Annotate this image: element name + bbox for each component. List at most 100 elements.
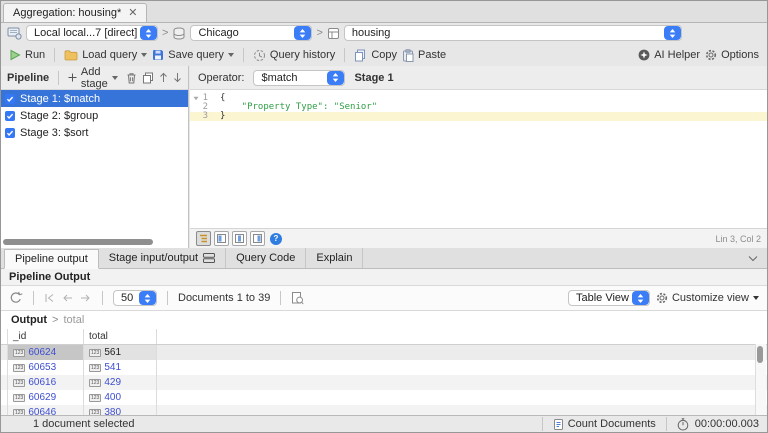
tab-query-code[interactable]: Query Code [226,248,307,268]
int32-type-icon: 123 [13,378,26,387]
copy-button[interactable]: Copy [354,49,397,62]
view-controls: Table View Customize view [567,290,759,306]
page-size-selector[interactable]: 50 [113,290,157,306]
view-mode-left-icon[interactable] [214,231,229,246]
customize-view-label: Customize view [671,292,749,304]
table-row[interactable]: 123 60629 123 400 [1,390,767,405]
toolbar-separator [33,291,34,305]
view-mode-right-icon[interactable] [250,231,265,246]
stepper-icon[interactable] [663,26,681,40]
previous-page-icon[interactable] [61,293,74,303]
save-icon [152,49,164,61]
table-row[interactable]: 123 60646 123 380 [1,405,767,415]
code-editor[interactable]: 1 { 2 "Property Type": "Senior" 3 } [190,94,767,121]
save-query-button[interactable]: Save query [152,49,234,61]
stepper-icon[interactable] [631,291,649,305]
load-query-button[interactable]: Load query [64,49,148,61]
code-line-current: 3 } [190,112,767,121]
duplicate-stage-icon[interactable] [142,72,154,84]
stopwatch-icon [677,417,689,431]
stepper-icon[interactable] [140,26,157,40]
column-header-id[interactable]: _id [8,329,84,344]
customize-view-button[interactable]: Customize view [656,292,759,304]
table-row[interactable]: 123 60653 123 541 [1,360,767,375]
collapse-chevron-icon[interactable] [748,255,758,262]
fold-arrow-icon[interactable] [193,96,199,101]
view-mode-center-icon[interactable] [232,231,247,246]
cell-total[interactable]: 123 541 [84,360,157,375]
add-stage-button[interactable]: Add stage [68,66,118,90]
int32-type-icon: 123 [13,363,26,372]
view-mode-selector[interactable]: Table View [567,290,650,306]
server-name: Local local...7 [direct] [34,27,138,39]
tab-explain[interactable]: Explain [306,248,364,268]
table-row[interactable]: 123 60616 123 429 [1,375,767,390]
tab-stage-input-output[interactable]: Stage input/output [99,248,227,268]
page-navigation [44,293,92,303]
tab-aggregation-housing[interactable]: Aggregation: housing* ✕ [3,3,148,22]
horizontal-scrollbar[interactable] [3,239,153,245]
options-button[interactable]: Options [705,49,759,61]
row-gutter [1,360,8,375]
next-page-icon[interactable] [79,293,92,303]
history-icon [253,49,266,62]
stage-item-1[interactable]: Stage 1: $match [1,90,188,107]
checkbox-checked-icon[interactable] [5,127,15,138]
move-stage-down-icon[interactable] [173,72,182,83]
tab-label: Explain [316,252,353,264]
column-header-total[interactable]: total [84,329,157,344]
breadcrumb-separator: > [316,27,323,39]
caret-down-icon[interactable] [753,296,759,300]
main-split: Pipeline Add stage Stage 1: $match Stage… [1,66,767,248]
options-label: Options [721,49,759,61]
query-history-button[interactable]: Query history [253,49,335,62]
table-row[interactable]: 123 60624 123 561 [1,345,767,360]
stepper-icon[interactable] [139,291,156,305]
view-mode-value: Table View [575,292,629,304]
cell-value: 541 [104,362,122,373]
breadcrumb-root[interactable]: Output [11,314,47,326]
close-icon[interactable]: ✕ [128,8,137,19]
cell-id[interactable]: 123 60629 [8,390,84,405]
cell-id[interactable]: 123 60653 [8,360,84,375]
run-button[interactable]: Run [9,49,45,61]
int32-type-icon: 123 [89,378,102,387]
first-page-icon[interactable] [44,293,56,303]
cell-id-selected[interactable]: 123 60624 [8,345,84,360]
delete-stage-icon[interactable] [126,72,137,84]
database-selector[interactable]: Chicago [190,25,313,41]
help-icon[interactable]: ? [270,232,282,245]
documents-range: Documents 1 to 39 [178,292,271,304]
refresh-icon[interactable] [9,291,23,305]
cell-id[interactable]: 123 60646 [8,405,84,415]
stepper-icon[interactable] [294,26,312,40]
cell-total[interactable]: 123 561 [84,345,157,360]
stage-item-2[interactable]: Stage 2: $group [1,107,188,124]
cell-value: 60653 [28,362,57,373]
paste-button[interactable]: Paste [402,48,446,62]
cell-total[interactable]: 123 400 [84,390,157,405]
vertical-scrollbar[interactable] [755,344,766,415]
find-in-documents-icon[interactable] [291,291,304,305]
caret-down-icon[interactable] [112,75,118,80]
caret-down-icon[interactable] [227,53,234,57]
stepper-icon[interactable] [327,70,345,85]
checkbox-checked-icon[interactable] [5,93,15,104]
cell-id[interactable]: 123 60616 [8,375,84,390]
view-mode-tree-icon[interactable] [196,231,211,246]
cell-total[interactable]: 123 380 [84,405,157,415]
move-stage-up-icon[interactable] [159,72,168,83]
tab-pipeline-output[interactable]: Pipeline output [4,249,99,269]
stage-item-3[interactable]: Stage 3: $sort [1,124,188,141]
selection-status: 1 document selected [33,418,135,430]
collection-selector[interactable]: housing [343,25,682,41]
server-selector[interactable]: Local local...7 [direct] [26,25,158,41]
operator-label: Operator: [198,71,245,84]
scrollbar-thumb[interactable] [757,346,763,363]
checkbox-checked-icon[interactable] [5,110,15,121]
cell-total[interactable]: 123 429 [84,375,157,390]
operator-selector[interactable]: $match [253,69,346,86]
caret-down-icon[interactable] [141,53,148,57]
ai-helper-button[interactable]: AI Helper [638,49,700,61]
count-documents-button[interactable]: Count Documents [553,418,656,431]
